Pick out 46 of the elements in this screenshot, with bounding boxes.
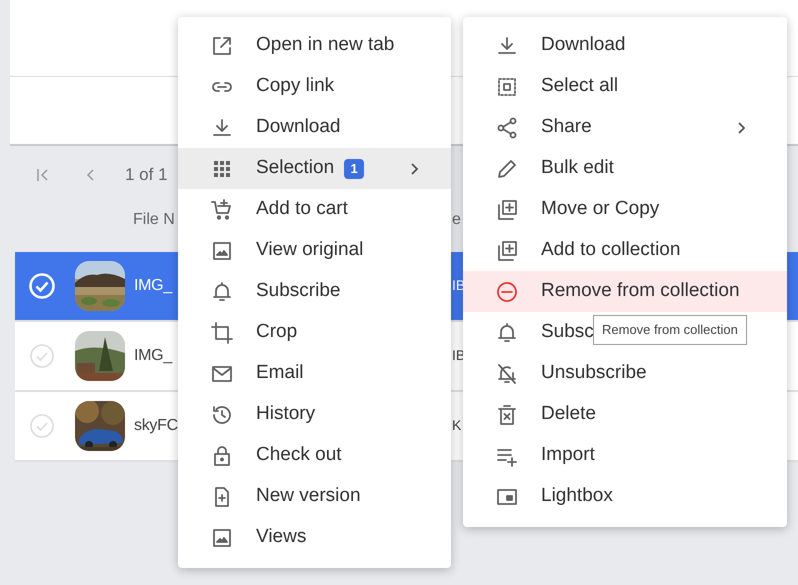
- menu-item[interactable]: Move or Copy: [463, 189, 787, 230]
- menu-item[interactable]: Download: [463, 25, 787, 66]
- column-header: e: [452, 210, 461, 230]
- crop-icon: [210, 320, 234, 344]
- menu-item[interactable]: Add to cart: [178, 189, 451, 230]
- file-name: IMG_: [134, 276, 172, 296]
- menu-item[interactable]: Share: [463, 107, 787, 148]
- stacked-plus-icon: [495, 238, 519, 262]
- file-name: IMG_: [134, 346, 172, 366]
- menu-item[interactable]: Check out: [178, 435, 451, 476]
- bell-icon: [210, 280, 234, 304]
- menu-item[interactable]: Import: [463, 435, 787, 476]
- menu-item[interactable]: Open in new tab: [178, 25, 451, 66]
- menu-item[interactable]: Download: [178, 107, 451, 148]
- menu-item[interactable]: Remove from collection: [463, 271, 787, 312]
- check-circle-icon[interactable]: [28, 412, 56, 440]
- menu-item[interactable]: Email: [178, 353, 451, 394]
- bell-off-icon: [495, 362, 519, 386]
- menu-item[interactable]: Add to collection: [463, 230, 787, 271]
- menu-item[interactable]: Bulk edit: [463, 148, 787, 189]
- menu-item[interactable]: Subscribe: [178, 271, 451, 312]
- share-icon: [495, 116, 519, 140]
- file-name: skyFC: [134, 416, 178, 436]
- menu-item[interactable]: Views: [178, 517, 451, 558]
- menu-item[interactable]: Lightbox: [463, 476, 787, 517]
- trash-icon: [495, 402, 519, 426]
- table-cell-text: K: [452, 416, 462, 435]
- menu-item[interactable]: Copy link: [178, 66, 451, 107]
- tooltip: Remove from collection: [593, 315, 747, 344]
- count-badge: 1: [344, 158, 364, 178]
- menu-item[interactable]: History: [178, 394, 451, 435]
- menu-item[interactable]: View original: [178, 230, 451, 271]
- page-indicator: 1 of 1: [125, 164, 168, 186]
- cart-plus-icon: [210, 198, 234, 222]
- column-header: File N: [133, 210, 175, 230]
- menu-item[interactable]: Selection 1: [178, 148, 451, 189]
- menu-item[interactable]: Delete: [463, 394, 787, 435]
- minus-circle-icon: [495, 280, 519, 304]
- bell-icon: [495, 320, 519, 344]
- menu-item[interactable]: New version: [178, 476, 451, 517]
- menu-item[interactable]: Crop: [178, 312, 451, 353]
- menu-item[interactable]: Unsubscribe: [463, 353, 787, 394]
- menu-item[interactable]: Select all: [463, 66, 787, 107]
- check-circle-icon[interactable]: [28, 342, 56, 370]
- stacked-plus-icon: [495, 198, 519, 222]
- check-circle-icon[interactable]: [28, 272, 56, 300]
